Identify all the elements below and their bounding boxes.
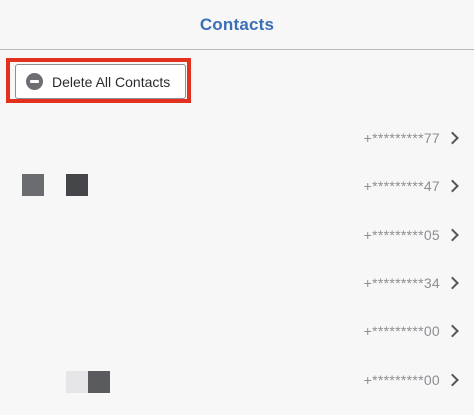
chevron-right-icon bbox=[446, 276, 459, 290]
chevron-right-icon bbox=[446, 373, 459, 387]
nav-header: Contacts bbox=[0, 0, 474, 50]
contact-number: +*********47 bbox=[363, 178, 440, 194]
redacted-name-block bbox=[88, 371, 110, 393]
contact-row[interactable]: +*********77 bbox=[0, 114, 474, 162]
contact-row[interactable]: +*********00 bbox=[0, 307, 474, 355]
chevron-right-icon bbox=[446, 228, 459, 242]
contact-number: +*********34 bbox=[363, 275, 440, 291]
contact-row[interactable]: +*********00 bbox=[0, 356, 474, 404]
contact-row[interactable]: +*********05 bbox=[0, 211, 474, 259]
contact-row[interactable]: +*********47 bbox=[0, 162, 474, 210]
contact-number: +*********00 bbox=[363, 323, 440, 339]
redacted-name-block bbox=[66, 371, 88, 393]
delete-all-label: Delete All Contacts bbox=[52, 73, 171, 90]
chevron-right-icon bbox=[446, 131, 459, 145]
contact-number: +*********77 bbox=[363, 130, 440, 146]
contact-number: +*********05 bbox=[363, 227, 440, 243]
page-title: Contacts bbox=[199, 14, 275, 34]
contact-number: +*********00 bbox=[363, 372, 440, 388]
chevron-right-icon bbox=[446, 324, 459, 338]
redacted-name-block bbox=[22, 174, 44, 196]
redacted-name-block bbox=[66, 174, 88, 196]
delete-all-contacts-button[interactable]: Delete All Contacts bbox=[15, 64, 186, 99]
chevron-right-icon bbox=[446, 179, 459, 193]
minus-circle-icon bbox=[26, 73, 43, 90]
contact-row[interactable]: +*********34 bbox=[0, 259, 474, 307]
